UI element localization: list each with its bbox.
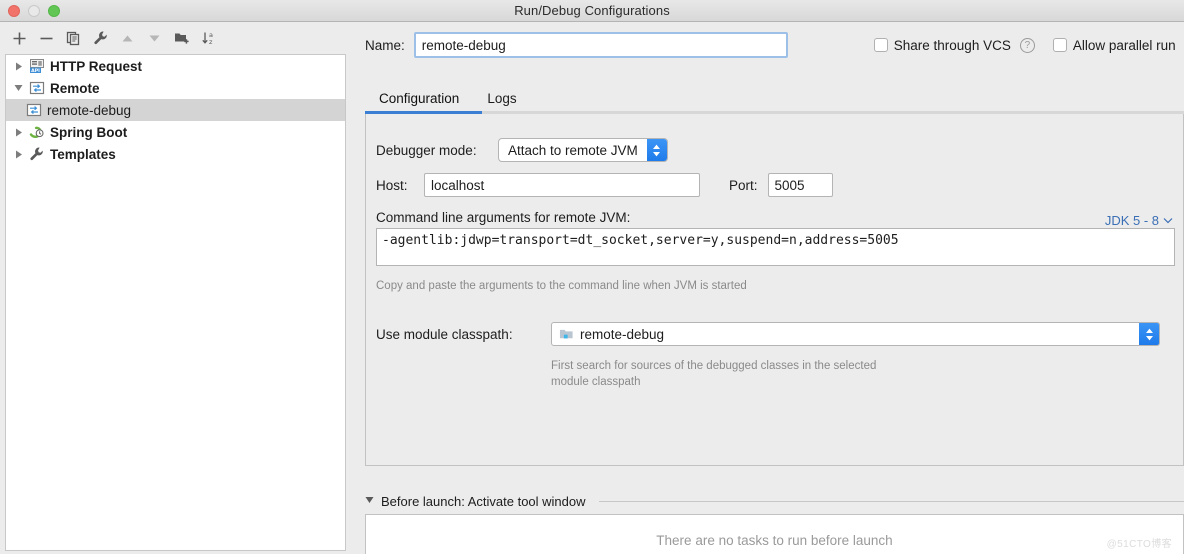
move-down-button[interactable] bbox=[142, 26, 167, 50]
move-up-button[interactable] bbox=[115, 26, 140, 50]
remove-configuration-button[interactable] bbox=[34, 26, 59, 50]
remote-icon bbox=[24, 102, 44, 118]
module-classpath-hint: First search for sources of the debugged… bbox=[551, 358, 876, 390]
add-configuration-button[interactable] bbox=[7, 26, 32, 50]
module-classpath-hint-line2: module classpath bbox=[551, 376, 641, 388]
share-through-vcs-checkbox[interactable] bbox=[873, 38, 888, 52]
module-classpath-row: Use module classpath: remote-debug bbox=[376, 322, 1160, 346]
window-title: Run/Debug Configurations bbox=[514, 3, 670, 18]
tree-item-spring-boot[interactable]: Spring Boot bbox=[6, 121, 345, 143]
chevron-down-icon[interactable] bbox=[365, 496, 374, 506]
help-icon[interactable]: ? bbox=[1019, 37, 1035, 53]
configurations-tree-pane: a z API HTTP Request Remote remote-debug… bbox=[0, 22, 349, 554]
combobox-stepper-icon[interactable] bbox=[646, 139, 667, 161]
watermark: @51CTO博客 bbox=[1106, 539, 1172, 550]
debugger-mode-row: Debugger mode: Attach to remote JVM bbox=[376, 138, 668, 162]
host-label: Host: bbox=[376, 177, 408, 193]
share-through-vcs-group[interactable]: Share through VCS ? bbox=[873, 37, 1035, 53]
args-label-row: Command line arguments for remote JVM: bbox=[376, 210, 630, 225]
debugger-mode-value: Attach to remote JVM bbox=[508, 142, 638, 158]
chevron-right-icon[interactable] bbox=[10, 150, 27, 159]
close-button[interactable] bbox=[8, 5, 20, 17]
minimize-button[interactable] bbox=[28, 5, 40, 17]
sort-az-icon[interactable]: a z bbox=[196, 26, 221, 50]
spring-boot-icon bbox=[27, 124, 47, 140]
configuration-panel: Debugger mode: Attach to remote JVM Host… bbox=[365, 114, 1184, 466]
debugger-mode-combobox[interactable]: Attach to remote JVM bbox=[498, 138, 668, 162]
jdk-version-selector[interactable]: JDK 5 - 8 bbox=[1105, 213, 1173, 228]
host-input[interactable]: localhost bbox=[424, 173, 700, 197]
editor-tabs: Configuration Logs bbox=[365, 84, 1184, 113]
name-label: Name: bbox=[365, 37, 405, 53]
tree-item-label: remote-debug bbox=[47, 102, 132, 118]
tab-logs[interactable]: Logs bbox=[473, 91, 530, 113]
chevron-right-icon[interactable] bbox=[10, 128, 27, 137]
combobox-stepper-icon[interactable] bbox=[1139, 323, 1159, 345]
chevron-right-icon[interactable] bbox=[10, 62, 27, 71]
chevron-down-icon[interactable] bbox=[10, 84, 27, 92]
window-controls bbox=[8, 5, 60, 17]
tree-item-http-request[interactable]: API HTTP Request bbox=[6, 55, 345, 77]
tree-item-label: Templates bbox=[50, 146, 116, 162]
module-icon bbox=[559, 329, 573, 338]
module-classpath-label: Use module classpath: bbox=[376, 326, 513, 342]
tree-item-remote[interactable]: Remote bbox=[6, 77, 345, 99]
before-launch-divider bbox=[598, 500, 1184, 502]
window-titlebar: Run/Debug Configurations bbox=[0, 0, 1184, 22]
before-launch-empty-message: There are no tasks to run before launch bbox=[656, 533, 893, 548]
command-line-arguments-textarea[interactable]: -agentlib:jdwp=transport=dt_socket,serve… bbox=[376, 228, 1175, 266]
configurations-tree[interactable]: API HTTP Request Remote remote-debug Spr… bbox=[5, 54, 346, 551]
tree-item-label: HTTP Request bbox=[50, 58, 143, 74]
host-port-row: Host: localhost Port: 5005 bbox=[376, 173, 833, 197]
tree-item-remote-debug[interactable]: remote-debug bbox=[6, 99, 345, 121]
tab-configuration[interactable]: Configuration bbox=[365, 91, 473, 113]
before-launch-header[interactable]: Before launch: Activate tool window bbox=[365, 492, 1184, 510]
chevron-down-icon bbox=[1163, 218, 1173, 224]
allow-parallel-run-label: Allow parallel run bbox=[1072, 37, 1176, 53]
tree-item-label: Spring Boot bbox=[50, 124, 128, 140]
module-classpath-hint-line1: First search for sources of the debugged… bbox=[551, 360, 877, 372]
configuration-editor-pane: Name: Share through VCS ? Allow parallel… bbox=[349, 22, 1184, 554]
port-input[interactable]: 5005 bbox=[767, 173, 833, 197]
arguments-hint: Copy and paste the arguments to the comm… bbox=[376, 280, 747, 292]
module-classpath-value: remote-debug bbox=[580, 326, 665, 342]
before-launch-title: Before launch: Activate tool window bbox=[381, 493, 586, 509]
module-classpath-combobox[interactable]: remote-debug bbox=[551, 322, 1160, 346]
tree-item-label: Remote bbox=[50, 80, 100, 96]
name-input[interactable] bbox=[413, 32, 788, 58]
zoom-button[interactable] bbox=[48, 5, 60, 17]
http-request-icon: API bbox=[27, 58, 47, 74]
copy-configuration-button[interactable] bbox=[61, 26, 86, 50]
port-label: Port: bbox=[729, 177, 758, 193]
before-launch-task-list[interactable]: There are no tasks to run before launch bbox=[365, 514, 1184, 554]
edit-templates-button[interactable] bbox=[88, 26, 113, 50]
module-classpath-value-wrap: remote-debug bbox=[552, 323, 1139, 345]
debugger-mode-label: Debugger mode: bbox=[376, 142, 477, 158]
tree-item-templates[interactable]: Templates bbox=[6, 143, 345, 165]
folder-add-icon[interactable] bbox=[169, 26, 194, 50]
wrench-icon bbox=[27, 146, 47, 162]
tree-toolbar: a z bbox=[0, 22, 349, 54]
svg-text:API: API bbox=[31, 68, 40, 74]
remote-icon bbox=[27, 80, 47, 96]
allow-parallel-run-group[interactable]: Allow parallel run bbox=[1052, 37, 1176, 53]
allow-parallel-run-checkbox[interactable] bbox=[1052, 38, 1067, 52]
svg-text:z: z bbox=[209, 38, 213, 46]
name-row: Name: Share through VCS ? Allow parallel… bbox=[365, 30, 1184, 60]
jdk-version-label: JDK 5 - 8 bbox=[1104, 213, 1159, 228]
command-line-arguments-label: Command line arguments for remote JVM: bbox=[376, 210, 631, 225]
share-through-vcs-label: Share through VCS bbox=[893, 37, 1011, 53]
